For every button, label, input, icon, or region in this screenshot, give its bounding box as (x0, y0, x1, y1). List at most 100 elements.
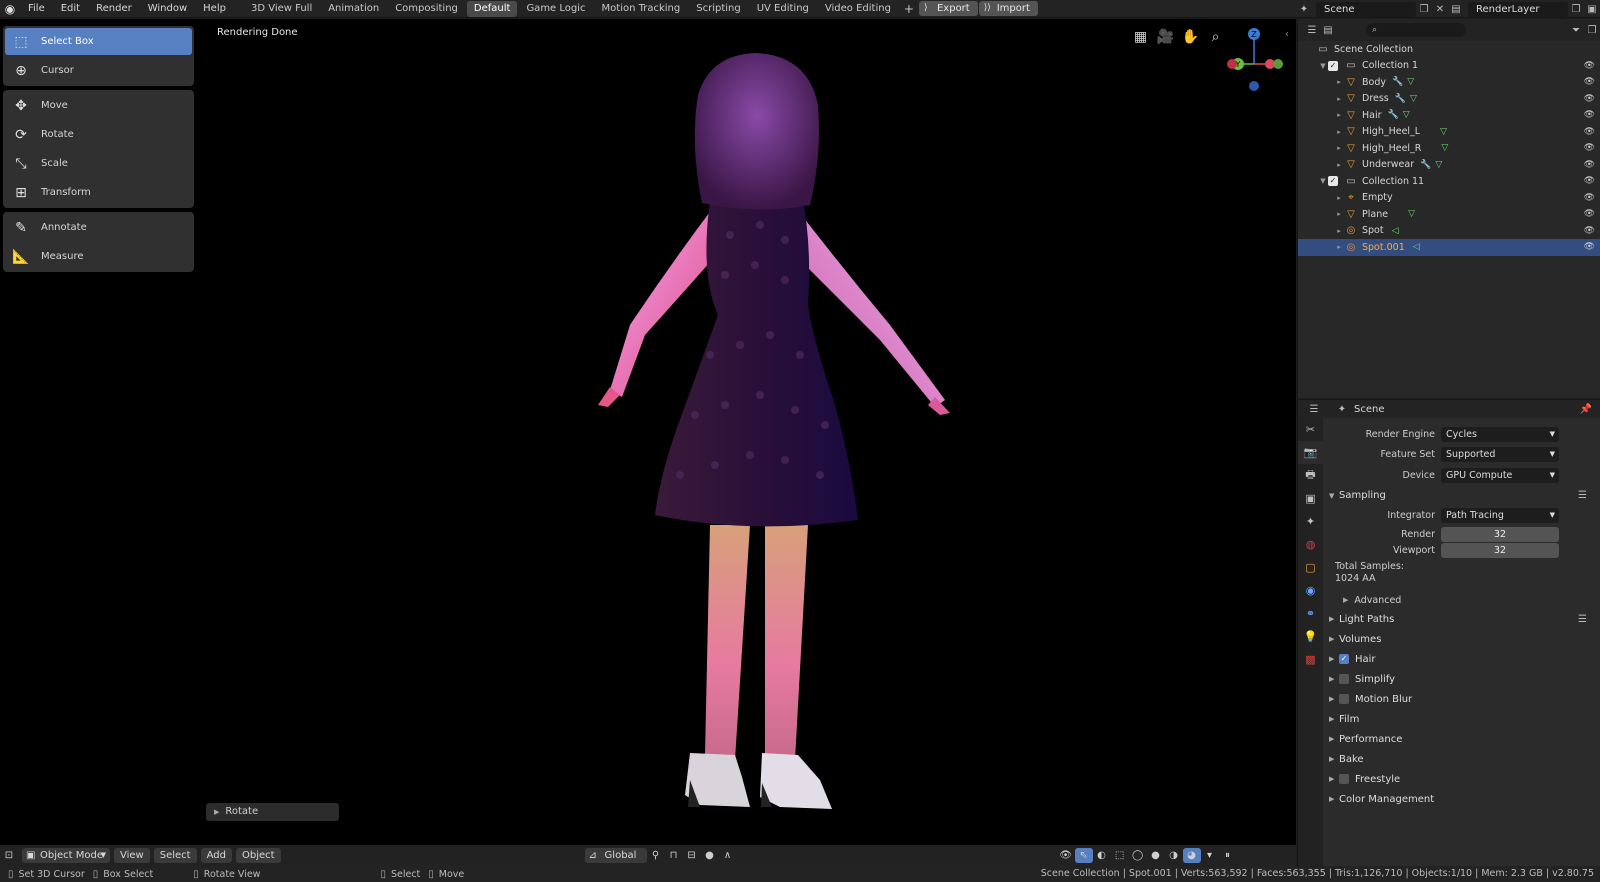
expand-arrow-icon[interactable]: ▸ (1334, 95, 1344, 103)
menu-edit[interactable]: Edit (53, 0, 88, 18)
tool-annotate[interactable]: ✎ Annotate (5, 214, 192, 241)
visibility-eye-icon[interactable]: 👁 (1584, 160, 1595, 170)
navigation-gizmo[interactable]: Z Y (1224, 24, 1294, 94)
mesh-data-icon[interactable]: ▽ (1403, 110, 1410, 120)
tab-render[interactable]: 📷 (1298, 441, 1323, 464)
visibility-eye-icon[interactable]: 👁 (1584, 127, 1595, 137)
outliner-item-spot[interactable]: ▸ ◎ Spot ◁ 👁 (1298, 223, 1600, 240)
xray-icon[interactable]: ⬚ (1111, 848, 1129, 863)
new-view-layer-icon[interactable]: ❐ (1568, 2, 1584, 17)
integrator-select[interactable]: Path Tracing ▼ (1441, 508, 1559, 524)
exclude-checkbox[interactable]: ✓ (1328, 176, 1338, 187)
tool-move[interactable]: ✥ Move (5, 92, 192, 119)
render-samples-field[interactable]: 32 (1441, 526, 1559, 542)
outliner-item-hair[interactable]: ▸ ▽ Hair 🔧 ▽ 👁 (1298, 107, 1600, 124)
modifier-wrench-icon[interactable]: 🔧 (1395, 94, 1406, 104)
tab-scene[interactable]: ✦ (1298, 510, 1323, 533)
panel-bake[interactable]: ▶ Bake (1323, 749, 1600, 769)
panel-volumes[interactable]: ▶ Volumes (1323, 629, 1600, 649)
object-mode-select[interactable]: ▣ Object Mode ▼ (22, 848, 110, 863)
panel-motion-blur[interactable]: ▶ Motion Blur (1323, 689, 1600, 709)
menu-window[interactable]: Window (140, 0, 195, 18)
light-data-icon[interactable]: ◁ (1413, 242, 1420, 252)
mesh-data-icon[interactable]: ▽ (1408, 209, 1415, 219)
transform-orientation-select[interactable]: ⊿ Global (584, 848, 647, 863)
menu-help[interactable]: Help (195, 0, 234, 18)
view-layer-field[interactable]: RenderLayer (1468, 1, 1568, 17)
exclude-checkbox[interactable]: ✓ (1328, 60, 1338, 71)
tab-object-data[interactable]: 💡 (1298, 625, 1323, 648)
presets-list-icon[interactable]: ☰ (1578, 614, 1587, 625)
shading-material-icon[interactable]: ◑ (1165, 848, 1183, 863)
pivot-point-icon[interactable]: ⚲ (647, 848, 665, 863)
snap-magnet-icon[interactable]: ⊓ (665, 848, 683, 863)
last-operator-panel[interactable]: ▶ Rotate (206, 803, 339, 821)
menu-add[interactable]: Add (200, 848, 232, 863)
gizmo-toggle-icon[interactable]: ⇖ (1074, 848, 1093, 863)
modifier-wrench-icon[interactable]: 🔧 (1420, 160, 1431, 170)
tool-cursor[interactable]: ⊕ Cursor (5, 57, 192, 84)
panel-performance[interactable]: ▶ Performance (1323, 729, 1600, 749)
tab-compositing[interactable]: Compositing (388, 1, 465, 17)
panel-light-paths[interactable]: ▶ Light Paths ☰ (1323, 609, 1600, 629)
tab-game-logic[interactable]: Game Logic (519, 1, 592, 17)
presets-list-icon[interactable]: ☰ (1578, 490, 1587, 501)
display-mode-icon[interactable]: ▤ (1320, 23, 1336, 38)
tab-3d-view-full[interactable]: 3D View Full (244, 1, 319, 17)
pin-icon[interactable]: 📌 (1578, 402, 1594, 417)
tab-tool[interactable]: ✂ (1298, 418, 1323, 441)
panel-enable-checkbox[interactable] (1339, 774, 1349, 784)
grid-view-icon[interactable]: ▦ (1128, 29, 1153, 45)
pan-hand-icon[interactable]: ✋ (1178, 29, 1203, 45)
menu-render[interactable]: Render (88, 0, 140, 18)
outliner-scene-collection[interactable]: ▭ Scene Collection (1298, 41, 1600, 58)
scene-browse-icon[interactable]: ✦ (1296, 2, 1312, 17)
tool-measure[interactable]: 📐 Measure (5, 243, 192, 270)
mesh-data-icon[interactable]: ▽ (1441, 143, 1448, 153)
outliner-item-collection-1[interactable]: ▼ ✓ ▭ Collection 1 👁 (1298, 58, 1600, 75)
outliner-item-underwear[interactable]: ▸ ▽ Underwear 🔧 ▽ 👁 (1298, 157, 1600, 174)
panel-freestyle[interactable]: ▶ Freestyle (1323, 769, 1600, 789)
visibility-eye-icon[interactable]: 👁 (1584, 143, 1595, 153)
shading-wireframe-icon[interactable]: ◯ (1129, 848, 1147, 863)
outliner-item-dress[interactable]: ▸ ▽ Dress 🔧 ▽ 👁 (1298, 91, 1600, 108)
visibility-eye-icon[interactable]: 👁 (1584, 77, 1595, 87)
expand-arrow-icon[interactable]: ▸ (1334, 210, 1344, 218)
expand-arrow-icon[interactable]: ▸ (1334, 194, 1344, 202)
outliner-item-plane[interactable]: ▸ ▽ Plane ▽ 👁 (1298, 206, 1600, 223)
view-layer-browse-icon[interactable]: ▤ (1448, 2, 1464, 17)
3d-viewport[interactable]: Rendering Done ‹ ⬚ Select Box ⊕ Cursor ✥ Mo… (0, 19, 1296, 845)
expand-arrow-icon[interactable]: ▸ (1334, 78, 1344, 86)
visibility-eye-icon[interactable]: 👁 (1584, 226, 1595, 236)
proportional-edit-icon[interactable]: ● (701, 848, 719, 863)
tab-motion-tracking[interactable]: Motion Tracking (595, 1, 688, 17)
visibility-eye-icon[interactable]: 👁 (1584, 193, 1595, 203)
tab-video-editing[interactable]: Video Editing (818, 1, 898, 17)
export-button[interactable]: ⟩ Export (918, 1, 978, 16)
overlays-icon[interactable]: ◐ (1093, 848, 1111, 863)
visibility-eye-icon[interactable]: 👁 (1584, 110, 1595, 120)
outliner-item-high-heel-r[interactable]: ▸ ▽ High_Heel_R ▽ 👁 (1298, 140, 1600, 157)
modifier-wrench-icon[interactable]: 🔧 (1388, 110, 1399, 120)
panel-simplify[interactable]: ▶ Simplify (1323, 669, 1600, 689)
tab-constraints[interactable]: ⚭ (1298, 602, 1323, 625)
tab-scripting[interactable]: Scripting (689, 1, 747, 17)
expand-arrow-icon[interactable]: ▸ (1334, 144, 1344, 152)
tool-rotate[interactable]: ⟳ Rotate (5, 121, 192, 148)
new-scene-icon[interactable]: ❐ (1416, 2, 1432, 17)
visibility-eye-icon[interactable]: 👁 (1584, 176, 1595, 186)
camera-view-icon[interactable]: 🎥 (1153, 29, 1178, 45)
panel-hair[interactable]: ▶ ✓ Hair (1323, 649, 1600, 669)
visibility-icon[interactable]: 👁 (1057, 848, 1075, 863)
mesh-data-icon[interactable]: ▽ (1407, 77, 1414, 87)
feature-set-select[interactable]: Supported ▼ (1441, 447, 1559, 463)
collapse-arrow-icon[interactable]: ▼ (1318, 62, 1328, 70)
mesh-data-icon[interactable]: ▽ (1440, 127, 1447, 137)
device-select[interactable]: GPU Compute ▼ (1441, 467, 1559, 483)
editor-type-icon[interactable]: ⊡ (0, 848, 18, 863)
tab-animation[interactable]: Animation (321, 1, 386, 17)
expand-arrow-icon[interactable]: ▸ (1334, 227, 1344, 235)
panel-film[interactable]: ▶ Film (1323, 709, 1600, 729)
tab-object[interactable]: ▢ (1298, 556, 1323, 579)
filter-icon[interactable]: ⏷ (1568, 23, 1584, 38)
